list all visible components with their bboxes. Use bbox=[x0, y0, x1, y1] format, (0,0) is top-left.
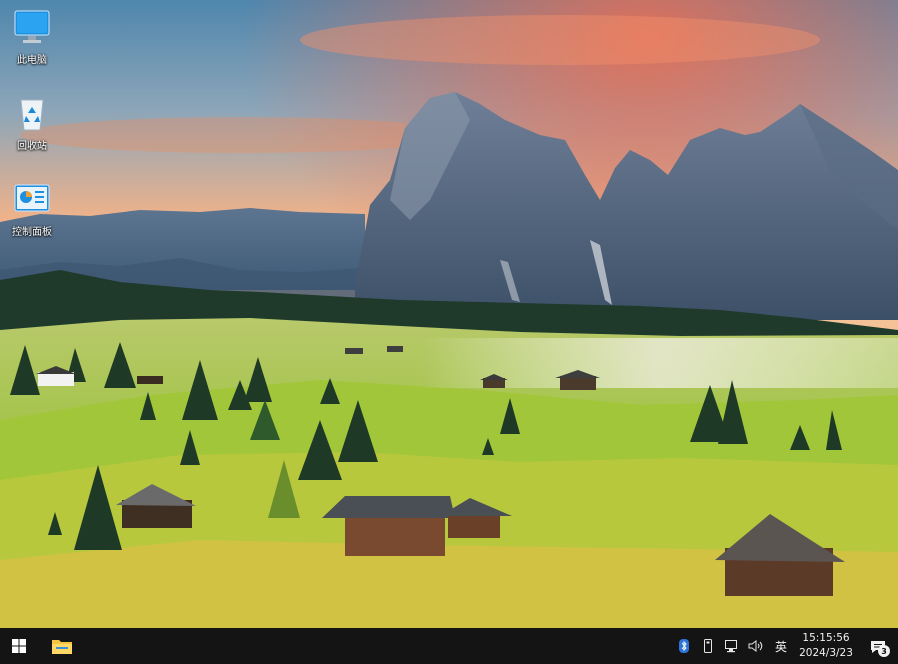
desktop-icon-control-panel[interactable]: 控制面板 bbox=[0, 180, 64, 238]
system-clock[interactable]: 15:15:56 2024/3/23 bbox=[794, 628, 858, 664]
network-icon[interactable] bbox=[720, 628, 744, 664]
this-pc-icon bbox=[12, 8, 52, 48]
usb-device-icon[interactable] bbox=[696, 628, 720, 664]
input-method-indicator[interactable]: 英 bbox=[768, 628, 794, 664]
ime-label: 英 bbox=[774, 639, 787, 654]
recycle-bin-icon bbox=[12, 94, 52, 134]
notification-count-badge: 3 bbox=[878, 645, 890, 657]
action-center-button[interactable]: 3 bbox=[858, 628, 898, 664]
start-button[interactable] bbox=[0, 628, 38, 664]
volume-icon[interactable] bbox=[744, 628, 768, 664]
clock-date: 2024/3/23 bbox=[799, 647, 853, 659]
windows-logo-icon bbox=[12, 639, 26, 653]
desktop-icon-label: 控制面板 bbox=[12, 227, 52, 238]
clock-time: 15:15:56 bbox=[802, 632, 850, 644]
bluetooth-icon[interactable] bbox=[672, 628, 696, 664]
desktop-icon-label: 此电脑 bbox=[17, 55, 47, 66]
desktop-icon-recycle-bin[interactable]: 回收站 bbox=[0, 94, 64, 152]
folder-icon bbox=[52, 640, 72, 654]
desktop-icon-label: 回收站 bbox=[17, 141, 47, 152]
desktop-icon-this-pc[interactable]: 此电脑 bbox=[0, 8, 64, 66]
desktop-wallpaper bbox=[0, 0, 898, 628]
taskbar: 英 15:15:56 2024/3/23 3 bbox=[0, 628, 898, 664]
control-panel-icon bbox=[12, 180, 52, 220]
taskbar-file-explorer-button[interactable] bbox=[38, 628, 86, 664]
